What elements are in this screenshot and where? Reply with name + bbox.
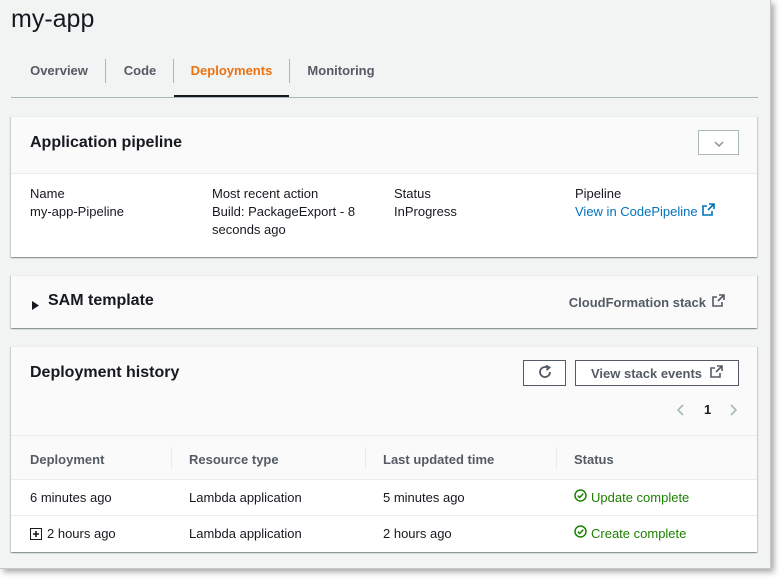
- external-link-icon: [701, 203, 715, 221]
- page-title: my-app: [11, 5, 95, 33]
- deployment-cell: 6 minutes ago: [30, 490, 112, 505]
- tab-divider: [289, 59, 290, 83]
- column-divider: [365, 447, 366, 469]
- page-number[interactable]: 1: [704, 402, 711, 417]
- status-text: Update complete: [591, 489, 690, 505]
- app-frame: my-app Overview Code Deployments Monitor…: [0, 0, 771, 569]
- application-pipeline-card: Application pipeline Name my-app-Pipelin…: [11, 116, 757, 257]
- chevron-down-icon: [713, 134, 724, 152]
- name-value: my-app-Pipeline: [30, 204, 124, 219]
- chevron-left-icon[interactable]: [676, 403, 684, 421]
- chevron-right-icon[interactable]: [730, 403, 738, 421]
- pipeline-label: Pipeline: [575, 186, 622, 201]
- card-header: Application pipeline: [11, 117, 757, 174]
- status-field: Status InProgress: [394, 185, 544, 221]
- refresh-button[interactable]: [523, 360, 566, 386]
- tab-code[interactable]: Code: [111, 55, 169, 97]
- table-row[interactable]: 2 hours ago Lambda application 2 hours a…: [11, 515, 757, 552]
- column-divider: [171, 447, 172, 469]
- column-divider: [556, 447, 557, 469]
- codepipeline-link-text: View in CodePipeline: [575, 204, 698, 219]
- status-cell: Update complete: [574, 489, 689, 505]
- table-row[interactable]: 6 minutes ago Lambda application 5 minut…: [11, 479, 757, 516]
- card-header[interactable]: SAM template CloudFormation stack: [11, 276, 757, 328]
- expand-plus-icon[interactable]: [30, 527, 42, 545]
- card-header: Deployment history View stack events 1: [11, 347, 757, 435]
- card-title: Application pipeline: [30, 134, 183, 151]
- deployment-cell: 2 hours ago: [47, 526, 116, 541]
- tab-bar: Overview Code Deployments Monitoring: [11, 55, 758, 98]
- name-field: Name my-app-Pipeline: [30, 185, 190, 221]
- resource-type-cell: Lambda application: [189, 490, 302, 505]
- tab-deployments[interactable]: Deployments: [174, 55, 289, 97]
- resource-type-cell: Lambda application: [189, 526, 302, 541]
- cloudformation-stack-link[interactable]: CloudFormation stack: [569, 294, 725, 310]
- status-label: Status: [394, 186, 431, 201]
- recent-action-value: Build: PackageExport - 8 seconds ago: [212, 204, 356, 237]
- sam-template-card: SAM template CloudFormation stack: [11, 275, 757, 328]
- recent-action-field: Most recent action Build: PackageExport …: [212, 185, 362, 239]
- column-header-last-updated[interactable]: Last updated time: [383, 452, 494, 467]
- column-header-resource-type[interactable]: Resource type: [189, 452, 279, 467]
- cloudformation-link-text: CloudFormation stack: [568, 294, 706, 310]
- pipeline-field: Pipeline View in CodePipeline: [575, 185, 745, 221]
- card-title: Deployment history: [30, 364, 180, 381]
- name-label: Name: [30, 186, 65, 201]
- column-header-deployment[interactable]: Deployment: [30, 452, 104, 467]
- status-cell: Create complete: [574, 525, 686, 541]
- last-updated-cell: 5 minutes ago: [383, 490, 465, 505]
- tab-monitoring[interactable]: Monitoring: [295, 55, 387, 97]
- check-circle-icon: [574, 489, 587, 505]
- caret-right-icon: [32, 297, 39, 315]
- refresh-icon: [538, 364, 552, 382]
- external-link-icon: [712, 294, 725, 310]
- tab-divider: [105, 59, 106, 83]
- table-header: Deployment Resource type Last updated ti…: [11, 435, 757, 480]
- status-value: InProgress: [394, 204, 457, 219]
- recent-action-label: Most recent action: [212, 186, 319, 201]
- last-updated-cell: 2 hours ago: [383, 526, 452, 541]
- status-text: Create complete: [591, 525, 687, 541]
- check-circle-icon: [574, 525, 587, 541]
- external-link-icon: [710, 365, 723, 381]
- card-title: SAM template: [48, 292, 154, 309]
- tab-overview[interactable]: Overview: [17, 55, 101, 97]
- codepipeline-link[interactable]: View in CodePipeline: [575, 203, 745, 221]
- column-header-status[interactable]: Status: [574, 452, 614, 467]
- collapse-button[interactable]: [698, 130, 739, 155]
- view-stack-events-label: View stack events: [590, 365, 703, 381]
- deployment-history-card: Deployment history View stack events 1 D…: [11, 346, 757, 552]
- view-stack-events-button[interactable]: View stack events: [575, 360, 739, 386]
